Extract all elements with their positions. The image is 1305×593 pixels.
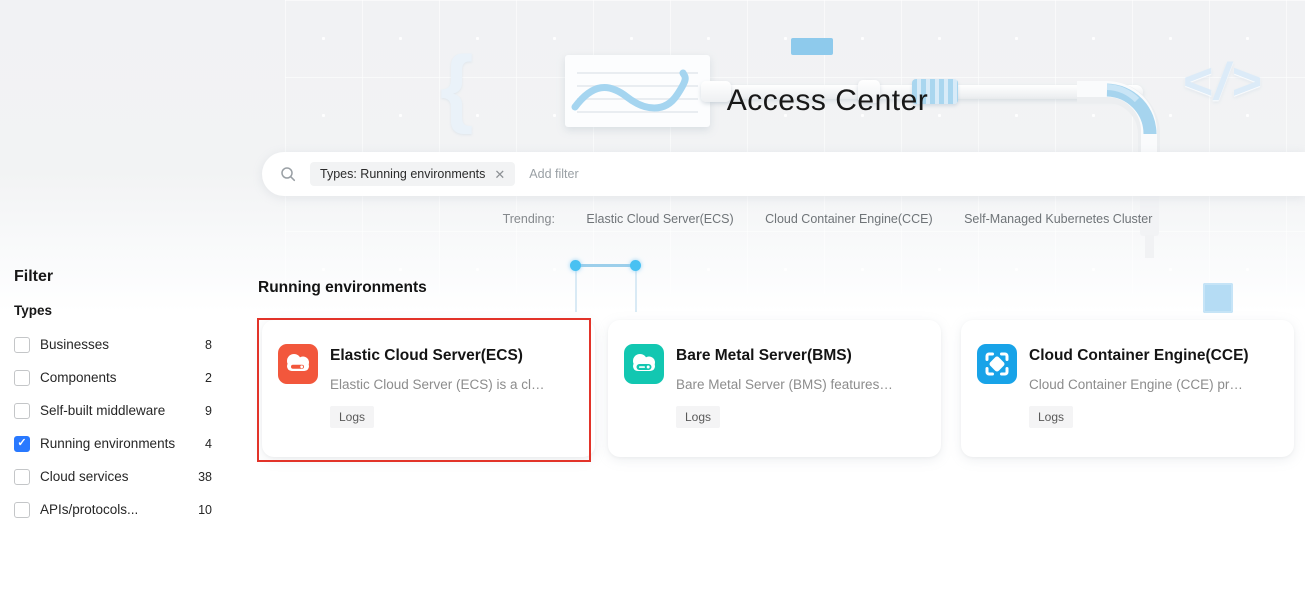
filter-sidebar: Filter Types ✓ Businesses 8 ✓ Components… [0, 0, 232, 593]
card-title: Bare Metal Server(BMS) [676, 347, 852, 365]
filter-option-label: Self-built middleware [40, 403, 205, 418]
logs-tag: Logs [330, 406, 374, 428]
filter-option-label: APIs/protocols... [40, 502, 198, 517]
filter-option-apis-protocols[interactable]: ✓ APIs/protocols... 10 [14, 493, 212, 526]
bms-bare-metal-icon [624, 344, 664, 384]
cce-container-icon [977, 344, 1017, 384]
card-elastic-cloud-server-ecs[interactable]: Elastic Cloud Server(ECS) Elastic Cloud … [262, 320, 595, 457]
search-input[interactable] [529, 167, 1305, 181]
filter-option-count: 8 [205, 338, 212, 352]
card-description: Cloud Container Engine (CCE) pr… [1029, 377, 1280, 392]
filter-option-label: Businesses [40, 337, 205, 352]
trending-link-cce[interactable]: Cloud Container Engine(CCE) [765, 212, 932, 226]
ecs-cloud-server-icon [278, 344, 318, 384]
card-title: Cloud Container Engine(CCE) [1029, 347, 1249, 365]
filter-option-label: Running environments [40, 436, 205, 451]
checkbox-checked[interactable]: ✓ [14, 436, 30, 452]
card-title: Elastic Cloud Server(ECS) [330, 347, 523, 365]
filter-options: ✓ Businesses 8 ✓ Components 2 ✓ Self-bui… [14, 328, 212, 526]
filter-option-running-environments[interactable]: ✓ Running environments 4 [14, 427, 212, 460]
close-icon[interactable]: ✕ [494, 168, 505, 181]
card-cloud-container-engine-cce[interactable]: Cloud Container Engine(CCE) Cloud Contai… [961, 320, 1294, 457]
types-group-title: Types [14, 303, 52, 318]
trending-link-kubernetes[interactable]: Self-Managed Kubernetes Cluster [964, 212, 1152, 226]
search-bar[interactable]: Types: Running environments ✕ [262, 152, 1305, 196]
checkbox-unchecked[interactable]: ✓ [14, 337, 30, 353]
filter-tag-label: Types: Running environments [320, 167, 485, 181]
filter-option-self-built-middleware[interactable]: ✓ Self-built middleware 9 [14, 394, 212, 427]
search-filter-tag[interactable]: Types: Running environments ✕ [310, 162, 515, 186]
card-description: Bare Metal Server (BMS) features… [676, 377, 927, 392]
trending-label: Trending: [503, 212, 555, 226]
filter-option-label: Components [40, 370, 205, 385]
section-title-running-environments: Running environments [258, 279, 427, 297]
filter-option-count: 10 [198, 503, 212, 517]
checkbox-unchecked[interactable]: ✓ [14, 502, 30, 518]
filter-option-cloud-services[interactable]: ✓ Cloud services 38 [14, 460, 212, 493]
logs-tag: Logs [1029, 406, 1073, 428]
search-icon [280, 166, 296, 182]
filter-option-count: 9 [205, 404, 212, 418]
checkbox-unchecked[interactable]: ✓ [14, 403, 30, 419]
filter-option-count: 2 [205, 371, 212, 385]
filter-option-label: Cloud services [40, 469, 198, 484]
page-title: Access Center [350, 84, 1305, 118]
card-bare-metal-server-bms[interactable]: Bare Metal Server(BMS) Bare Metal Server… [608, 320, 941, 457]
card-description: Elastic Cloud Server (ECS) is a cl… [330, 377, 581, 392]
filter-title: Filter [14, 268, 53, 286]
trending-row: Trending: Elastic Cloud Server(ECS) Clou… [350, 212, 1305, 226]
filter-option-count: 38 [198, 470, 212, 484]
logs-tag: Logs [676, 406, 720, 428]
trending-link-ecs[interactable]: Elastic Cloud Server(ECS) [586, 212, 733, 226]
filter-option-count: 4 [205, 437, 212, 451]
checkbox-unchecked[interactable]: ✓ [14, 370, 30, 386]
filter-option-components[interactable]: ✓ Components 2 [14, 361, 212, 394]
banner-grid-pattern [285, 0, 1305, 294]
filter-option-businesses[interactable]: ✓ Businesses 8 [14, 328, 212, 361]
checkbox-unchecked[interactable]: ✓ [14, 469, 30, 485]
